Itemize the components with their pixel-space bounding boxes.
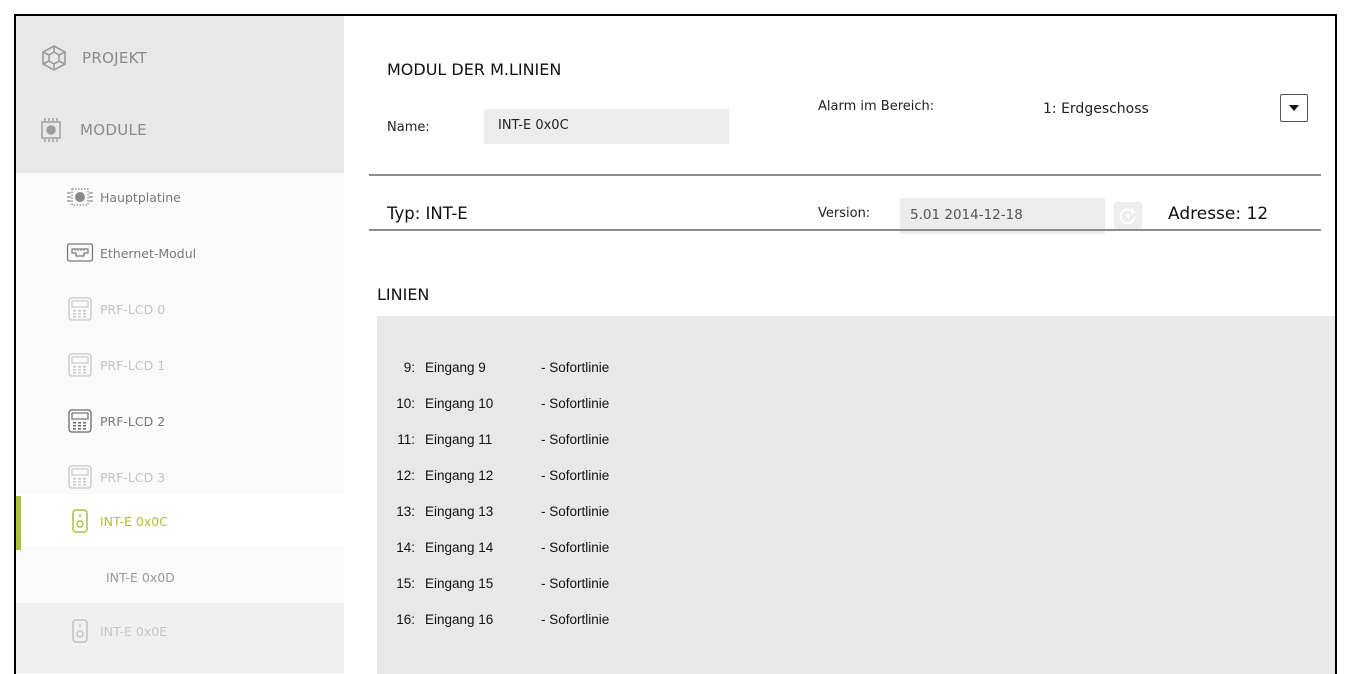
list-item: 12: Eingang 12- Sofortlinie — [396, 468, 610, 483]
sidebar-item-label: INT-E 0x0C — [100, 513, 168, 529]
sidebar-item-label: INT-E 0x0D — [106, 569, 175, 585]
refresh-version-button[interactable] — [1114, 202, 1142, 230]
divider — [369, 174, 1321, 176]
module-type: Typ: INT-E — [387, 204, 468, 223]
sidebar-item-projekt[interactable]: PROJEKT — [40, 44, 147, 72]
list-item: 9: Eingang 9- Sofortlinie — [403, 360, 610, 375]
ethernet-icon — [66, 243, 94, 262]
sidebar-item-prf-lcd-3[interactable]: PRF-LCD 3 — [66, 462, 165, 492]
name-label: Name: — [387, 120, 430, 135]
name-field[interactable]: INT-E 0x0C — [484, 109, 729, 144]
page-title: MODUL DER M.LINIEN — [387, 60, 562, 79]
sidebar-item-ethernet[interactable]: Ethernet-Modul — [66, 238, 196, 268]
active-item-indicator — [16, 496, 21, 550]
list-item: 11: Eingang 11- Sofortlinie — [397, 432, 610, 447]
sidebar-item-label: PRF-LCD 0 — [100, 301, 166, 317]
sidebar-item-label: PRF-LCD 2 — [100, 413, 166, 429]
sidebar-item-label: Ethernet-Modul — [100, 245, 197, 261]
sidebar-item-prf-lcd-0[interactable]: PRF-LCD 0 — [66, 294, 165, 324]
sidebar-item-int-e-0x0c[interactable]: INT-E 0x0C — [66, 506, 168, 536]
app-window: PROJEKT MODULE Hauptplatine Ethernet-Mod… — [14, 14, 1337, 674]
sidebar: PROJEKT MODULE Hauptplatine Ethernet-Mod… — [16, 16, 344, 674]
sidebar-item-prf-lcd-2[interactable]: PRF-LCD 2 — [66, 406, 165, 436]
sidebar-item-hauptplatine[interactable]: Hauptplatine — [66, 182, 181, 212]
sidebar-top-section — [16, 16, 344, 173]
sidebar-item-label: MODULE — [80, 121, 147, 139]
list-item: 15: Eingang 15- Sofortlinie — [396, 576, 610, 591]
sidebar-item-module[interactable]: MODULE — [40, 116, 147, 144]
alarm-dropdown-button[interactable] — [1280, 94, 1308, 122]
keypad-icon — [68, 409, 92, 433]
alarm-select-value[interactable]: 1: Erdgeschoss — [1043, 101, 1149, 117]
list-item: 16: Eingang 16- Sofortlinie — [396, 612, 610, 627]
sidebar-item-prf-lcd-1[interactable]: PRF-LCD 1 — [66, 350, 165, 380]
list-item: 13: Eingang 13- Sofortlinie — [396, 504, 610, 519]
expander-icon — [72, 509, 88, 533]
chevron-down-icon — [1289, 105, 1299, 111]
sidebar-item-label: INT-E 0x0E — [100, 623, 168, 639]
list-item: 14: Eingang 14- Sofortlinie — [396, 540, 610, 555]
linien-list[interactable]: 9: Eingang 9- Sofortlinie 10: Eingang 10- … — [377, 316, 1335, 674]
expander-icon — [72, 619, 88, 643]
sidebar-item-label: Hauptplatine — [100, 189, 181, 205]
address-value: Adresse: 12 — [1168, 204, 1269, 224]
version-label: Version: — [818, 206, 871, 221]
projekt-icon — [42, 45, 66, 71]
refresh-icon — [1119, 208, 1136, 225]
module-icon — [41, 118, 61, 142]
sidebar-item-label: PRF-LCD 3 — [100, 469, 166, 485]
main-panel: MODUL DER M.LINIEN Name: INT-E 0x0C Alar… — [344, 16, 1335, 674]
sidebar-item-int-e-0x0e[interactable]: INT-E 0x0E — [66, 616, 167, 646]
sidebar-item-label: PROJEKT — [82, 49, 148, 67]
keypad-icon — [68, 297, 92, 321]
linien-title: LINIEN — [377, 285, 430, 304]
sidebar-item-int-e-0x0d[interactable]: INT-E 0x0D — [106, 562, 175, 592]
keypad-icon — [68, 465, 92, 489]
mainboard-icon — [67, 188, 93, 206]
sidebar-item-label: PRF-LCD 1 — [100, 357, 166, 373]
keypad-icon — [68, 353, 92, 377]
alarm-label: Alarm im Bereich: — [818, 99, 935, 114]
divider — [369, 229, 1321, 231]
list-item: 10: Eingang 10- Sofortlinie — [396, 396, 610, 411]
